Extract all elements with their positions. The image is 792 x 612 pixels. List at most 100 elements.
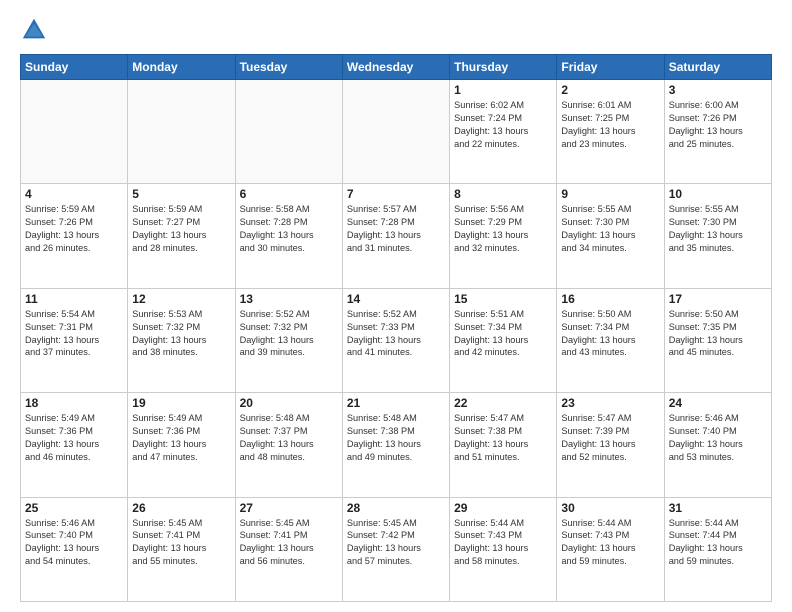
day-info: Sunrise: 5:58 AMSunset: 7:28 PMDaylight:… [240, 203, 338, 255]
day-cell: 18 Sunrise: 5:49 AMSunset: 7:36 PMDayligh… [21, 393, 128, 497]
day-info: Sunrise: 5:48 AMSunset: 7:38 PMDaylight:… [347, 412, 445, 464]
day-cell: 15 Sunrise: 5:51 AMSunset: 7:34 PMDayligh… [450, 288, 557, 392]
day-cell: 7Sunrise: 5:57 AMSunset: 7:28 PMDaylight… [342, 184, 449, 288]
day-info: Sunrise: 5:59 AMSunset: 7:27 PMDaylight:… [132, 203, 230, 255]
day-info: Sunrise: 5:44 AMSunset: 7:44 PMDaylight:… [669, 517, 767, 569]
day-cell: 25 Sunrise: 5:46 AMSunset: 7:40 PMDayligh… [21, 497, 128, 601]
day-cell: 10 Sunrise: 5:55 AMSunset: 7:30 PMDayligh… [664, 184, 771, 288]
day-info: Sunrise: 5:53 AMSunset: 7:32 PMDaylight:… [132, 308, 230, 360]
day-cell: 11 Sunrise: 5:54 AMSunset: 7:31 PMDayligh… [21, 288, 128, 392]
day-info: Sunrise: 6:01 AMSunset: 7:25 PMDaylight:… [561, 99, 659, 151]
day-number: 18 [25, 396, 123, 410]
day-info: Sunrise: 5:50 AMSunset: 7:35 PMDaylight:… [669, 308, 767, 360]
day-cell: 1 Sunrise: 6:02 AMSunset: 7:24 PMDaylight… [450, 80, 557, 184]
day-info: Sunrise: 5:49 AMSunset: 7:36 PMDaylight:… [25, 412, 123, 464]
day-cell: 27 Sunrise: 5:45 AMSunset: 7:41 PMDayligh… [235, 497, 342, 601]
day-number: 16 [561, 292, 659, 306]
day-cell: 24 Sunrise: 5:46 AMSunset: 7:40 PMDayligh… [664, 393, 771, 497]
day-cell: 30 Sunrise: 5:44 AMSunset: 7:43 PMDayligh… [557, 497, 664, 601]
day-info: Sunrise: 5:52 AMSunset: 7:32 PMDaylight:… [240, 308, 338, 360]
weekday-saturday: Saturday [664, 55, 771, 80]
week-row-1: 1 Sunrise: 6:02 AMSunset: 7:24 PMDaylight… [21, 80, 772, 184]
day-number: 27 [240, 501, 338, 515]
day-number: 21 [347, 396, 445, 410]
day-cell: 16 Sunrise: 5:50 AMSunset: 7:34 PMDayligh… [557, 288, 664, 392]
day-number: 10 [669, 187, 767, 201]
day-number: 5 [132, 187, 230, 201]
weekday-sunday: Sunday [21, 55, 128, 80]
day-info: Sunrise: 5:54 AMSunset: 7:31 PMDaylight:… [25, 308, 123, 360]
day-number: 7 [347, 187, 445, 201]
day-number: 28 [347, 501, 445, 515]
weekday-monday: Monday [128, 55, 235, 80]
day-number: 29 [454, 501, 552, 515]
day-info: Sunrise: 5:45 AMSunset: 7:41 PMDaylight:… [132, 517, 230, 569]
day-number: 2 [561, 83, 659, 97]
day-number: 11 [25, 292, 123, 306]
logo [20, 16, 52, 44]
day-number: 8 [454, 187, 552, 201]
day-info: Sunrise: 5:55 AMSunset: 7:30 PMDaylight:… [669, 203, 767, 255]
day-info: Sunrise: 5:56 AMSunset: 7:29 PMDaylight:… [454, 203, 552, 255]
weekday-thursday: Thursday [450, 55, 557, 80]
day-number: 26 [132, 501, 230, 515]
logo-icon [20, 16, 48, 44]
day-number: 9 [561, 187, 659, 201]
day-cell: 3 Sunrise: 6:00 AMSunset: 7:26 PMDaylight… [664, 80, 771, 184]
day-cell: 8 Sunrise: 5:56 AMSunset: 7:29 PMDaylight… [450, 184, 557, 288]
day-number: 1 [454, 83, 552, 97]
day-number: 15 [454, 292, 552, 306]
weekday-tuesday: Tuesday [235, 55, 342, 80]
day-info: Sunrise: 5:49 AMSunset: 7:36 PMDaylight:… [132, 412, 230, 464]
day-cell: 19 Sunrise: 5:49 AMSunset: 7:36 PMDayligh… [128, 393, 235, 497]
day-number: 24 [669, 396, 767, 410]
day-cell: 13 Sunrise: 5:52 AMSunset: 7:32 PMDayligh… [235, 288, 342, 392]
day-number: 20 [240, 396, 338, 410]
day-cell: 21 Sunrise: 5:48 AMSunset: 7:38 PMDayligh… [342, 393, 449, 497]
day-number: 3 [669, 83, 767, 97]
day-info: Sunrise: 5:45 AMSunset: 7:42 PMDaylight:… [347, 517, 445, 569]
day-cell: 17Sunrise: 5:50 AMSunset: 7:35 PMDayligh… [664, 288, 771, 392]
day-number: 31 [669, 501, 767, 515]
day-info: Sunrise: 6:02 AMSunset: 7:24 PMDaylight:… [454, 99, 552, 151]
day-info: Sunrise: 5:44 AMSunset: 7:43 PMDaylight:… [561, 517, 659, 569]
week-row-5: 25 Sunrise: 5:46 AMSunset: 7:40 PMDayligh… [21, 497, 772, 601]
day-info: Sunrise: 5:46 AMSunset: 7:40 PMDaylight:… [669, 412, 767, 464]
day-cell: 9Sunrise: 5:55 AMSunset: 7:30 PMDaylight… [557, 184, 664, 288]
day-info: Sunrise: 5:47 AMSunset: 7:38 PMDaylight:… [454, 412, 552, 464]
page: SundayMondayTuesdayWednesdayThursdayFrid… [0, 0, 792, 612]
day-info: Sunrise: 5:50 AMSunset: 7:34 PMDaylight:… [561, 308, 659, 360]
day-cell: 14Sunrise: 5:52 AMSunset: 7:33 PMDayligh… [342, 288, 449, 392]
day-cell: 2 Sunrise: 6:01 AMSunset: 7:25 PMDaylight… [557, 80, 664, 184]
day-cell: 29Sunrise: 5:44 AMSunset: 7:43 PMDayligh… [450, 497, 557, 601]
day-cell: 23Sunrise: 5:47 AMSunset: 7:39 PMDayligh… [557, 393, 664, 497]
day-cell: 12 Sunrise: 5:53 AMSunset: 7:32 PMDayligh… [128, 288, 235, 392]
day-number: 23 [561, 396, 659, 410]
day-number: 25 [25, 501, 123, 515]
day-number: 30 [561, 501, 659, 515]
day-info: Sunrise: 5:52 AMSunset: 7:33 PMDaylight:… [347, 308, 445, 360]
day-cell: 28 Sunrise: 5:45 AMSunset: 7:42 PMDayligh… [342, 497, 449, 601]
day-cell: 20 Sunrise: 5:48 AMSunset: 7:37 PMDayligh… [235, 393, 342, 497]
week-row-2: 4 Sunrise: 5:59 AMSunset: 7:26 PMDaylight… [21, 184, 772, 288]
day-number: 12 [132, 292, 230, 306]
day-cell: 31 Sunrise: 5:44 AMSunset: 7:44 PMDayligh… [664, 497, 771, 601]
week-row-3: 11 Sunrise: 5:54 AMSunset: 7:31 PMDayligh… [21, 288, 772, 392]
day-cell: 6Sunrise: 5:58 AMSunset: 7:28 PMDaylight… [235, 184, 342, 288]
day-info: Sunrise: 5:59 AMSunset: 7:26 PMDaylight:… [25, 203, 123, 255]
day-cell [235, 80, 342, 184]
day-number: 19 [132, 396, 230, 410]
day-cell [21, 80, 128, 184]
day-number: 4 [25, 187, 123, 201]
day-info: Sunrise: 5:46 AMSunset: 7:40 PMDaylight:… [25, 517, 123, 569]
day-cell: 26 Sunrise: 5:45 AMSunset: 7:41 PMDayligh… [128, 497, 235, 601]
day-info: Sunrise: 5:45 AMSunset: 7:41 PMDaylight:… [240, 517, 338, 569]
day-number: 13 [240, 292, 338, 306]
day-cell: 22Sunrise: 5:47 AMSunset: 7:38 PMDayligh… [450, 393, 557, 497]
day-info: Sunrise: 6:00 AMSunset: 7:26 PMDaylight:… [669, 99, 767, 151]
weekday-header-row: SundayMondayTuesdayWednesdayThursdayFrid… [21, 55, 772, 80]
day-cell [342, 80, 449, 184]
week-row-4: 18 Sunrise: 5:49 AMSunset: 7:36 PMDayligh… [21, 393, 772, 497]
day-info: Sunrise: 5:51 AMSunset: 7:34 PMDaylight:… [454, 308, 552, 360]
day-info: Sunrise: 5:48 AMSunset: 7:37 PMDaylight:… [240, 412, 338, 464]
